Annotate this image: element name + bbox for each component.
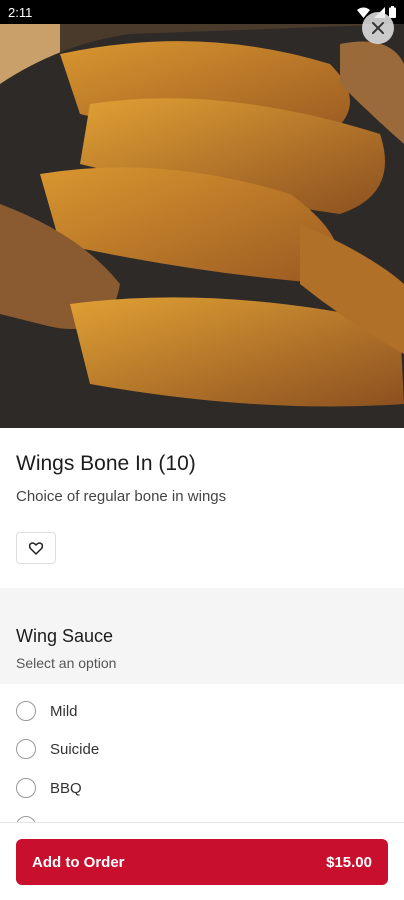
item-title: Wings Bone In (10) <box>16 452 196 475</box>
option-suicide[interactable]: Suicide <box>16 735 99 763</box>
order-price: $15.00 <box>326 853 372 871</box>
option-group-header: Wing Sauce Select an option <box>0 588 404 684</box>
option-label: Mild <box>50 702 78 720</box>
item-description: Choice of regular bone in wings <box>16 488 227 505</box>
item-photo <box>0 24 404 428</box>
close-icon <box>372 22 384 34</box>
radio-button[interactable] <box>16 701 36 721</box>
option-label: BBQ <box>50 779 82 797</box>
add-to-order-label: Add to Order <box>32 853 125 871</box>
option-group-title: Wing Sauce <box>16 626 114 646</box>
add-to-order-button[interactable]: Add to Order $15.00 <box>16 839 388 885</box>
radio-button[interactable] <box>16 739 36 759</box>
option-label: Suicide <box>50 740 100 758</box>
wings-image <box>0 24 404 428</box>
favorite-button[interactable] <box>16 532 56 564</box>
heart-icon <box>29 541 43 555</box>
battery-icon <box>389 6 396 18</box>
radio-button[interactable] <box>16 778 36 798</box>
bottom-bar: Add to Order $15.00 <box>0 822 404 900</box>
option-bbq[interactable]: BBQ <box>16 774 82 802</box>
status-time: 2:11 <box>8 4 33 20</box>
option-group-subtitle: Select an option <box>16 655 117 671</box>
close-button[interactable] <box>362 12 394 44</box>
option-mild[interactable]: Mild <box>16 697 78 725</box>
status-bar: 2:11 <box>0 0 404 24</box>
